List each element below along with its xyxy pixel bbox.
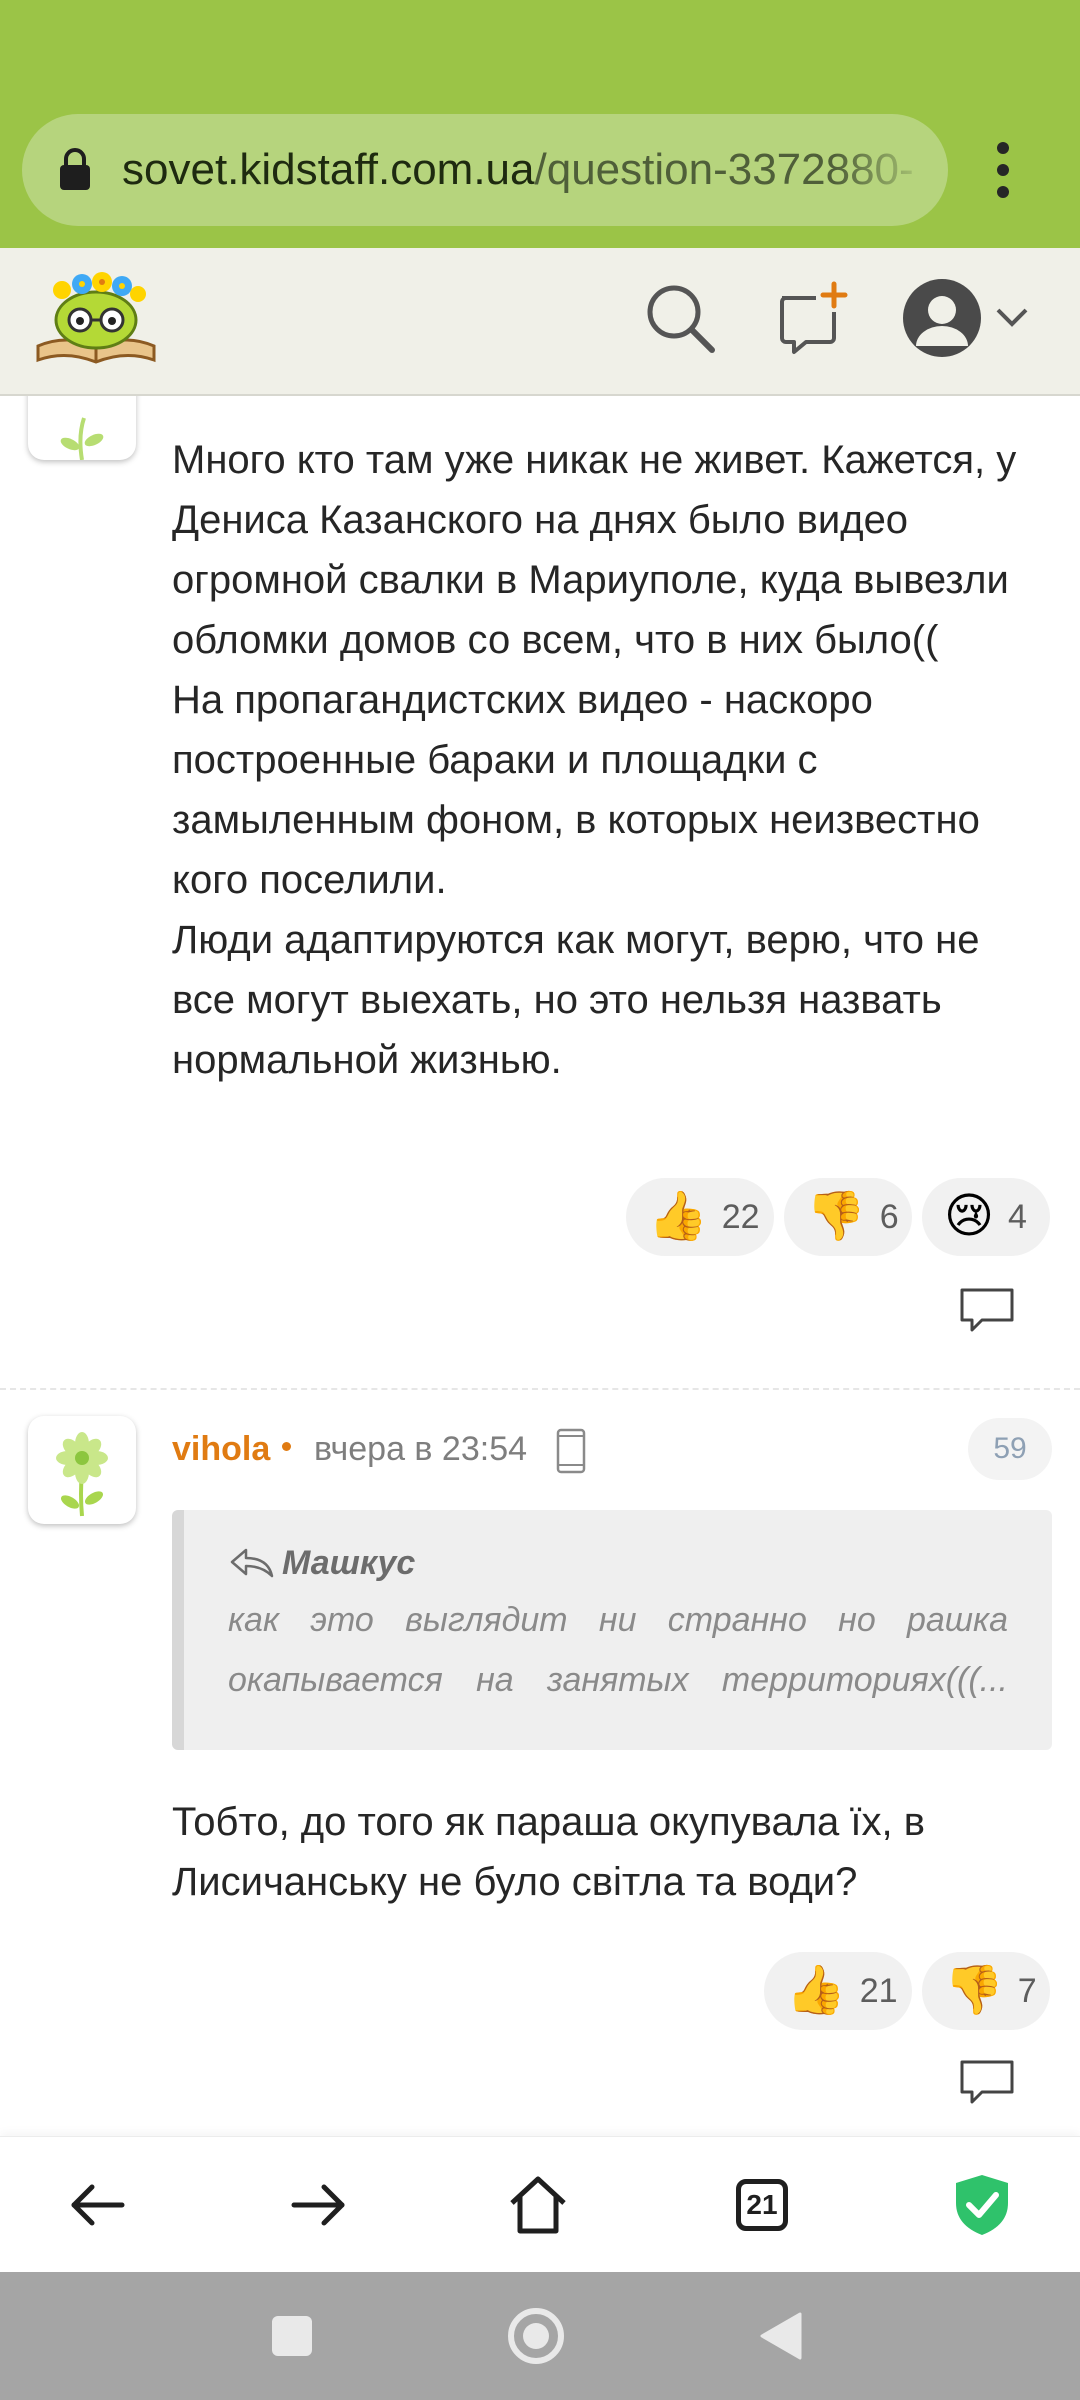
comment-paragraph: Много кто там уже никак не живет. Кажетс…	[172, 438, 1017, 662]
system-navigation-bar	[0, 2272, 1080, 2400]
avatar[interactable]	[28, 1416, 136, 1524]
dislike-reaction-button[interactable]: 👎 7	[922, 1952, 1050, 2030]
search-icon[interactable]	[640, 278, 720, 358]
comment-paragraph: Люди адаптируются как могут, верю, что н…	[172, 918, 980, 1082]
like-count: 21	[859, 1971, 898, 2010]
dislike-count: 6	[879, 1197, 899, 1236]
comments-list: Много кто там уже никак не живет. Кажетс…	[0, 396, 1080, 2136]
sad-count: 4	[1008, 1197, 1027, 1236]
dislike-count: 7	[1017, 1971, 1037, 2010]
thumbs-up-icon: 👍	[648, 1190, 708, 1243]
like-reaction-button[interactable]: 👍 22	[626, 1178, 774, 1256]
user-avatar-icon[interactable]	[900, 276, 984, 360]
browser-menu-icon[interactable]	[986, 142, 1020, 198]
browser-toolbar: sovet.kidstaff.com.ua/question-3372880-	[0, 0, 1080, 248]
url-text[interactable]: sovet.kidstaff.com.ua/question-3372880-	[122, 140, 932, 200]
quote-author[interactable]: Машкус	[228, 1538, 1008, 1588]
url-domain: sovet.kidstaff.com.ua	[122, 145, 535, 194]
comment-number[interactable]: 59	[968, 1418, 1052, 1480]
online-indicator	[282, 1442, 291, 1451]
chevron-down-icon[interactable]	[994, 300, 1030, 336]
reply-icon[interactable]	[958, 1284, 1016, 1336]
comment-paragraph: На пропагандистских видео - наскоро пост…	[172, 678, 980, 902]
site-header	[0, 248, 1080, 396]
flower-avatar-icon	[60, 417, 104, 461]
dislike-reaction-button[interactable]: 👎 6	[784, 1178, 912, 1256]
home-icon[interactable]	[504, 2171, 572, 2239]
back-triangle-icon[interactable]	[756, 2310, 804, 2362]
comment-timestamp: вчера в 23:54	[314, 1430, 528, 1468]
quote-block: Машкус как это выглядит ни странно но ра…	[172, 1510, 1052, 1750]
browser-bottom-bar: 21	[0, 2136, 1080, 2273]
thumbs-up-icon: 👍	[786, 1964, 846, 2017]
quote-text: как это выглядит ни странно но рашка ока…	[228, 1601, 1008, 1699]
back-arrow-icon[interactable]	[64, 2171, 132, 2239]
reply-arrow-icon	[230, 1548, 274, 1578]
mobile-device-icon	[556, 1428, 586, 1474]
comment-divider	[0, 1388, 1080, 1390]
home-circle-icon[interactable]	[508, 2308, 564, 2364]
author-name[interactable]: vihola	[172, 1424, 270, 1474]
flower-avatar-icon	[56, 1432, 108, 1517]
reply-icon[interactable]	[958, 2056, 1016, 2108]
address-bar[interactable]: sovet.kidstaff.com.ua/question-3372880-	[22, 114, 948, 226]
comment-text: Много кто там уже никак не живет. Кажетс…	[172, 430, 1052, 1090]
tabs-count-button[interactable]: 21	[736, 2179, 788, 2231]
new-question-icon[interactable]	[772, 278, 852, 358]
comment-text: Тобто, до того як параша окупувала їх, в…	[172, 1800, 926, 1904]
lock-icon	[60, 148, 90, 190]
recent-apps-icon[interactable]	[272, 2316, 312, 2356]
shield-check-icon[interactable]	[948, 2171, 1016, 2239]
logo-icon[interactable]	[32, 264, 160, 374]
like-reaction-button[interactable]: 👍 21	[764, 1952, 912, 2030]
sad-reaction-button[interactable]: 😢 4	[922, 1178, 1050, 1256]
thumbs-down-icon: 👎	[944, 1964, 1004, 2017]
crying-face-icon: 😢	[944, 1190, 995, 1243]
thumbs-down-icon: 👎	[806, 1190, 866, 1243]
quote-author-name: Машкус	[282, 1544, 416, 1582]
avatar[interactable]	[28, 396, 136, 461]
forward-arrow-icon[interactable]	[284, 2171, 352, 2239]
url-path: /question-3372880-	[534, 145, 914, 194]
like-count: 22	[721, 1197, 760, 1236]
